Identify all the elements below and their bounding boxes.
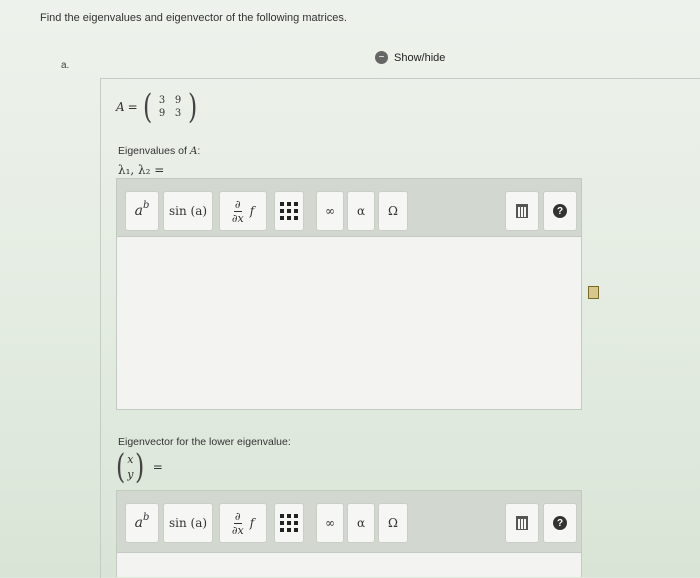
matrix-button[interactable] bbox=[274, 503, 304, 543]
derivative-button[interactable]: ∂ ∂x f bbox=[219, 191, 267, 231]
matrix-dots-icon bbox=[280, 202, 298, 220]
matrix-equals: = bbox=[127, 100, 138, 114]
eigenvalues-expression: λ₁, λ₂ = bbox=[118, 163, 165, 177]
matrix-cell: 9 bbox=[158, 108, 166, 119]
matrix-entries: 3 9 9 3 bbox=[154, 95, 186, 119]
eigenvector-expression: ( x y ) = bbox=[114, 450, 163, 484]
left-paren: ( bbox=[142, 87, 153, 127]
derivative-fraction: ∂ ∂x bbox=[232, 199, 244, 224]
sin-button[interactable]: sin (a) bbox=[163, 503, 213, 543]
help-icon: ? bbox=[553, 204, 567, 218]
derivative-den: ∂x bbox=[231, 211, 244, 225]
help-icon: ? bbox=[553, 516, 567, 530]
trash-button[interactable] bbox=[505, 503, 539, 543]
eigenvalues-label: Eigenvalues of A: bbox=[118, 145, 200, 157]
trash-icon bbox=[516, 516, 528, 530]
derivative-f: f bbox=[249, 516, 255, 530]
part-letter: a. bbox=[61, 60, 70, 71]
power-base: a bbox=[134, 515, 143, 531]
derivative-num: ∂ bbox=[233, 197, 242, 212]
matrix-button[interactable] bbox=[274, 191, 304, 231]
matrix-definition: A = ( 3 9 9 3 ) bbox=[116, 90, 199, 124]
minus-icon: − bbox=[375, 51, 388, 64]
part-left-border bbox=[100, 78, 101, 578]
power-button[interactable]: ab bbox=[125, 503, 159, 543]
help-button[interactable]: ? bbox=[543, 503, 577, 543]
sin-button[interactable]: sin (a) bbox=[163, 191, 213, 231]
part-top-border bbox=[100, 78, 700, 79]
infinity-button[interactable]: ∞ bbox=[316, 503, 344, 543]
derivative-button[interactable]: ∂ ∂x f bbox=[219, 503, 267, 543]
alpha-button[interactable]: α bbox=[347, 503, 375, 543]
matrix-cell: 3 bbox=[174, 108, 182, 119]
power-base: a bbox=[134, 203, 143, 219]
document-icon[interactable] bbox=[588, 286, 599, 299]
vector-entries: x y bbox=[127, 452, 133, 482]
matrix-cell: 9 bbox=[174, 95, 182, 106]
power-button[interactable]: ab bbox=[125, 191, 159, 231]
derivative-f: f bbox=[249, 204, 255, 218]
eigenvalues-answer-input[interactable] bbox=[116, 236, 582, 410]
derivative-num: ∂ bbox=[233, 509, 242, 524]
vector-equals: = bbox=[152, 460, 163, 474]
eigenvector-answer-input[interactable] bbox=[116, 552, 582, 577]
omega-button[interactable]: Ω bbox=[378, 191, 408, 231]
vector-top: x bbox=[127, 453, 134, 466]
show-hide-toggle[interactable]: − Show/hide bbox=[375, 51, 445, 64]
eigenvalues-label-suffix: : bbox=[197, 145, 201, 157]
derivative-fraction: ∂ ∂x bbox=[232, 511, 244, 536]
vector-bottom: y bbox=[127, 468, 134, 481]
trash-button[interactable] bbox=[505, 191, 539, 231]
matrix-dots-icon bbox=[280, 514, 298, 532]
math-toolbar-eigenvector: ab sin (a) ∂ ∂x f ∞ α Ω ? bbox=[116, 490, 582, 554]
matrix-cell: 3 bbox=[158, 95, 166, 106]
vector-right-paren: ) bbox=[135, 447, 145, 487]
omega-button[interactable]: Ω bbox=[378, 503, 408, 543]
power-exp: b bbox=[142, 199, 150, 211]
infinity-button[interactable]: ∞ bbox=[316, 191, 344, 231]
question-text: Find the eigenvalues and eigenvector of … bbox=[40, 12, 347, 24]
help-button[interactable]: ? bbox=[543, 191, 577, 231]
eigenvalues-label-text: Eigenvalues of bbox=[118, 145, 190, 157]
alpha-button[interactable]: α bbox=[347, 191, 375, 231]
matrix-label: A bbox=[116, 100, 125, 114]
right-paren: ) bbox=[187, 87, 198, 127]
show-hide-label: Show/hide bbox=[394, 51, 446, 64]
trash-icon bbox=[516, 204, 528, 218]
derivative-den: ∂x bbox=[231, 523, 244, 537]
math-toolbar-eigenvalues: ab sin (a) ∂ ∂x f ∞ α Ω ? bbox=[116, 178, 582, 242]
vector-left-paren: ( bbox=[115, 447, 126, 487]
power-exp: b bbox=[142, 511, 150, 523]
